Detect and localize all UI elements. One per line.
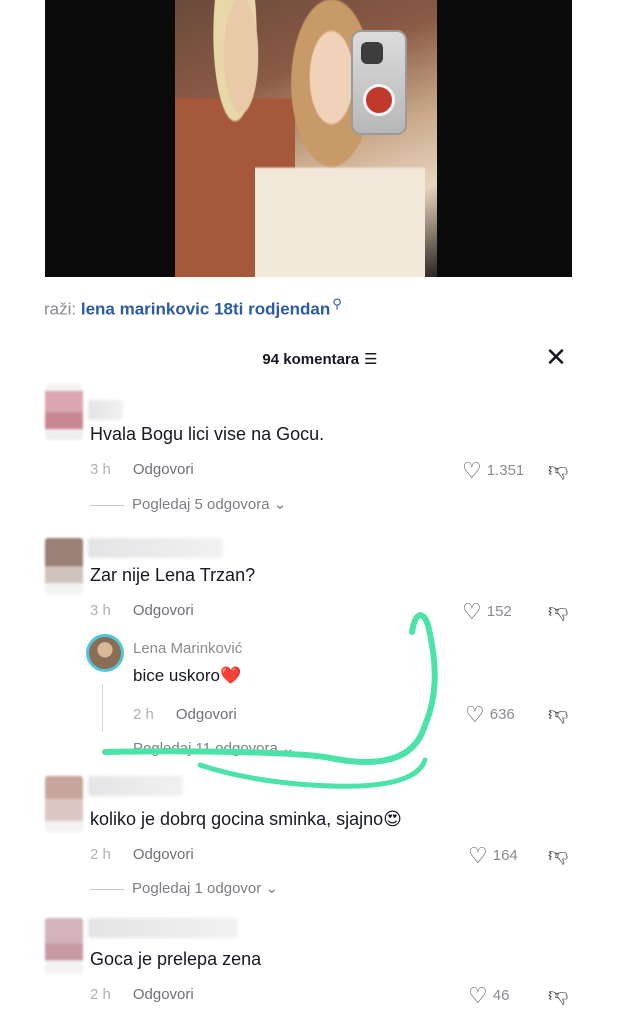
reply-button[interactable]: Odgovori: [133, 846, 194, 863]
video-phone: [351, 30, 407, 135]
view-replies-button[interactable]: Pogledaj 11 odgovora ⌄: [133, 739, 295, 757]
chevron-down-icon: ⌄: [273, 496, 287, 513]
comment-text: Goca je prelepa zena: [90, 949, 262, 969]
username-redacted[interactable]: [88, 400, 123, 420]
comment-meta: 3 h Odgovori: [90, 461, 194, 478]
chevron-down-icon: ⌄: [282, 740, 295, 757]
search-prefix: raži:: [44, 299, 77, 319]
heart-icon: ♡: [465, 702, 485, 727]
dislike-icon[interactable]: 👎︎: [548, 843, 568, 867]
like-button[interactable]: ♡ 164: [468, 843, 518, 869]
filter-icon[interactable]: ☰: [364, 350, 377, 368]
heart-icon: ♡: [468, 983, 488, 1008]
heart-icon: ♡: [462, 458, 482, 483]
creator-reply-text: bice uskoro❤️: [133, 666, 241, 686]
reply-button[interactable]: Odgovori: [133, 986, 194, 1003]
comment-time: 2 h: [90, 846, 111, 863]
reply-thread-line: [102, 684, 103, 732]
heart-icon: ♡: [462, 599, 482, 624]
creator-name[interactable]: Lena Marinković: [133, 640, 242, 657]
video-player[interactable]: [45, 0, 572, 277]
like-button[interactable]: ♡ 152: [462, 599, 512, 625]
creator-reply-meta: 2 h Odgovori: [133, 706, 237, 723]
phone-sticker: [363, 84, 395, 116]
search-query-link[interactable]: lena marinkovic 18ti rodjendan: [81, 300, 330, 319]
red-heart-emoji: ❤️: [219, 666, 242, 685]
dislike-icon[interactable]: 👎︎: [548, 458, 568, 482]
video-frame-image: [175, 0, 437, 277]
comment-meta: 2 h Odgovori: [90, 986, 194, 1003]
reply-button[interactable]: Odgovori: [133, 602, 194, 619]
dislike-icon[interactable]: 👎︎: [548, 599, 568, 623]
username-redacted[interactable]: [88, 776, 183, 796]
dislike-icon[interactable]: 👎︎: [548, 702, 568, 726]
avatar[interactable]: [45, 776, 83, 832]
view-replies-label: Pogledaj 11 odgovora: [133, 740, 278, 757]
creator-reply-body: bice uskoro: [133, 666, 220, 685]
close-icon[interactable]: ✕: [542, 343, 570, 371]
comment-time: 2 h: [90, 986, 111, 1003]
comment-time: 3 h: [90, 602, 111, 619]
like-count: 152: [486, 602, 512, 620]
heart-eyes-emoji: 😍: [383, 809, 402, 829]
avatar[interactable]: [45, 538, 83, 594]
like-button[interactable]: ♡ 46: [468, 983, 509, 1009]
like-count: 164: [492, 846, 518, 864]
like-button[interactable]: ♡ 1.351: [462, 458, 524, 484]
view-replies-button[interactable]: Pogledaj 1 odgovor ⌄: [90, 879, 278, 897]
replies-divider: [90, 888, 124, 890]
reply-time: 2 h: [133, 706, 154, 723]
comment-text: koliko je dobrq gocina sminka, sjajno😍: [90, 809, 402, 830]
view-replies-label: Pogledaj 5 odgovora: [132, 496, 270, 513]
creator-avatar[interactable]: [86, 634, 124, 672]
comment-text: Zar nije Lena Trzan?: [90, 565, 256, 585]
comment-body: koliko je dobrq gocina sminka, sjajno: [90, 809, 384, 829]
comments-count: 94 komentara: [262, 351, 360, 368]
view-replies-button[interactable]: Pogledaj 5 odgovora ⌄: [90, 495, 286, 513]
reply-button[interactable]: Odgovori: [133, 461, 194, 478]
search-icon: ⚲: [332, 296, 342, 311]
like-count: 636: [489, 705, 515, 723]
replies-divider: [90, 504, 124, 506]
comment-meta: 2 h Odgovori: [90, 846, 194, 863]
chevron-down-icon: ⌄: [265, 880, 279, 897]
username-redacted[interactable]: [88, 538, 223, 558]
dislike-icon[interactable]: 👎︎: [548, 983, 568, 1007]
comment-time: 3 h: [90, 461, 111, 478]
avatar[interactable]: [45, 918, 83, 974]
comment-meta: 3 h Odgovori: [90, 602, 194, 619]
like-count: 46: [492, 986, 510, 1004]
reply-button[interactable]: Odgovori: [176, 706, 237, 723]
username-redacted[interactable]: [88, 918, 238, 938]
phone-camera: [361, 42, 383, 64]
like-count: 1.351: [486, 461, 525, 479]
search-suggestion[interactable]: raži: lena marinkovic 18ti rodjendan ⚲: [44, 296, 342, 320]
like-button[interactable]: ♡ 636: [465, 702, 515, 728]
heart-icon: ♡: [468, 843, 488, 868]
avatar[interactable]: [45, 384, 83, 440]
comment-text: Hvala Bogu lici vise na Gocu.: [90, 424, 325, 444]
view-replies-label: Pogledaj 1 odgovor: [132, 880, 262, 897]
